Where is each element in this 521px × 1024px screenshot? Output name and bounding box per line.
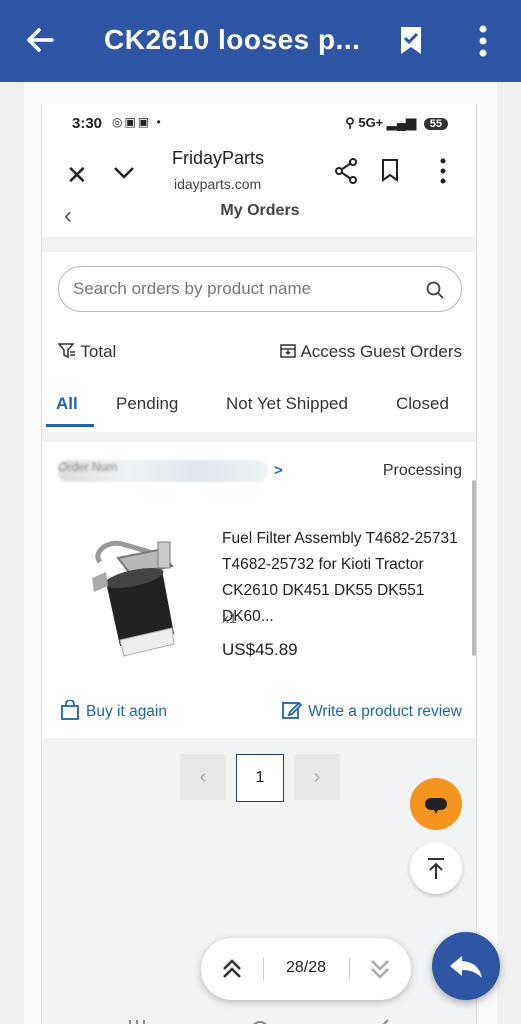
active-tab-indicator [46, 424, 94, 427]
current-page[interactable]: 1 [236, 754, 284, 802]
edit-icon [282, 701, 303, 719]
product-quantity: x1 [222, 610, 237, 626]
scroll-top-button[interactable] [410, 842, 462, 894]
write-review-button[interactable]: Write a product review [282, 700, 462, 721]
browser-toolbar: ✕ FridayParts idayparts.com [42, 140, 476, 202]
close-icon[interactable]: ✕ [66, 160, 88, 191]
tab-not-yet-shipped[interactable]: Not Yet Shipped [226, 394, 348, 414]
network-label: 5G+ [358, 115, 384, 130]
site-url: idayparts.com [174, 176, 262, 192]
arrow-left-icon[interactable] [22, 22, 58, 58]
chat-button[interactable] [410, 778, 462, 830]
search-icon[interactable] [425, 280, 445, 300]
share-icon[interactable] [334, 158, 358, 184]
order-tabs: All Pending Not Yet Shipped Closed [42, 390, 476, 428]
guest-orders-label: Access Guest Orders [300, 342, 462, 361]
product-image[interactable] [62, 522, 198, 662]
signal-icon: ▂▄▆ [386, 115, 417, 130]
bookmark-check-icon[interactable] [396, 24, 426, 56]
tab-closed[interactable]: Closed [396, 394, 449, 414]
filter-row: Total Access Guest Orders [42, 342, 476, 368]
filter-icon [57, 343, 75, 359]
shopping-bag-icon [61, 699, 79, 720]
order-status: Processing [382, 462, 462, 479]
reply-button[interactable] [432, 932, 500, 1000]
battery-badge: 55 [423, 118, 448, 130]
inbox-icon [279, 344, 296, 358]
product-name[interactable]: Fuel Filter Assembly T4682-25731 T4682-2… [222, 526, 466, 630]
site-name: FridayParts [172, 148, 265, 168]
tab-all[interactable]: All [56, 394, 78, 414]
scrollbar[interactable] [472, 480, 476, 656]
reply-icon [450, 956, 482, 978]
orders-title: My Orders [220, 202, 300, 219]
arrow-up-to-top-icon [428, 858, 444, 879]
prev-page-button[interactable]: ‹ [180, 754, 226, 800]
buy-again-button[interactable]: Buy it again [60, 699, 167, 721]
notification-icons: ◎▣▣ • [112, 115, 163, 129]
app-bar: CK2610 looses p... [0, 0, 521, 82]
chat-icon [425, 798, 447, 814]
status-right: ⚲ 5G+ ▂▄▆ 55 [345, 115, 448, 131]
order-arrow[interactable]: > [274, 462, 283, 479]
buy-again-label: Buy it again [86, 703, 167, 720]
divider [42, 238, 476, 252]
total-filter[interactable]: Total [57, 342, 117, 362]
search-input[interactable] [73, 277, 413, 301]
more-vert-icon[interactable] [440, 158, 446, 184]
guest-orders-link[interactable]: Access Guest Orders [279, 342, 462, 362]
orders-header: ‹ My Orders [42, 202, 476, 238]
write-review-label: Write a product review [308, 703, 462, 720]
embedded-screenshot: 3:30 ◎▣▣ • ⚲ 5G+ ▂▄▆ 55 ✕ FridayParts id… [41, 104, 477, 1024]
order-number-blurred[interactable]: Order Num [58, 460, 268, 482]
phone-status-bar: 3:30 ◎▣▣ • ⚲ 5G+ ▂▄▆ 55 [42, 104, 476, 140]
order-card: Order Num > Processing Fuel Filter Assem… [42, 442, 476, 738]
location-icon: ⚲ [345, 115, 359, 130]
status-time: 3:30 [72, 115, 103, 132]
chevron-down-icon[interactable] [112, 160, 136, 184]
document-pager: 28/28 [201, 938, 411, 1000]
total-label: Total [80, 342, 117, 361]
product-price: US$45.89 [222, 640, 298, 659]
tab-pending[interactable]: Pending [116, 394, 178, 414]
next-page-button[interactable]: › [294, 754, 340, 800]
more-vert-icon[interactable] [470, 24, 496, 58]
divider [42, 432, 476, 442]
double-chevron-down-icon[interactable] [369, 956, 391, 982]
system-nav-bar [129, 1019, 389, 1024]
bookmark-icon[interactable] [380, 158, 400, 182]
page-title: CK2610 looses p... [104, 24, 361, 55]
divider [349, 958, 350, 980]
search-bar[interactable] [58, 266, 462, 312]
